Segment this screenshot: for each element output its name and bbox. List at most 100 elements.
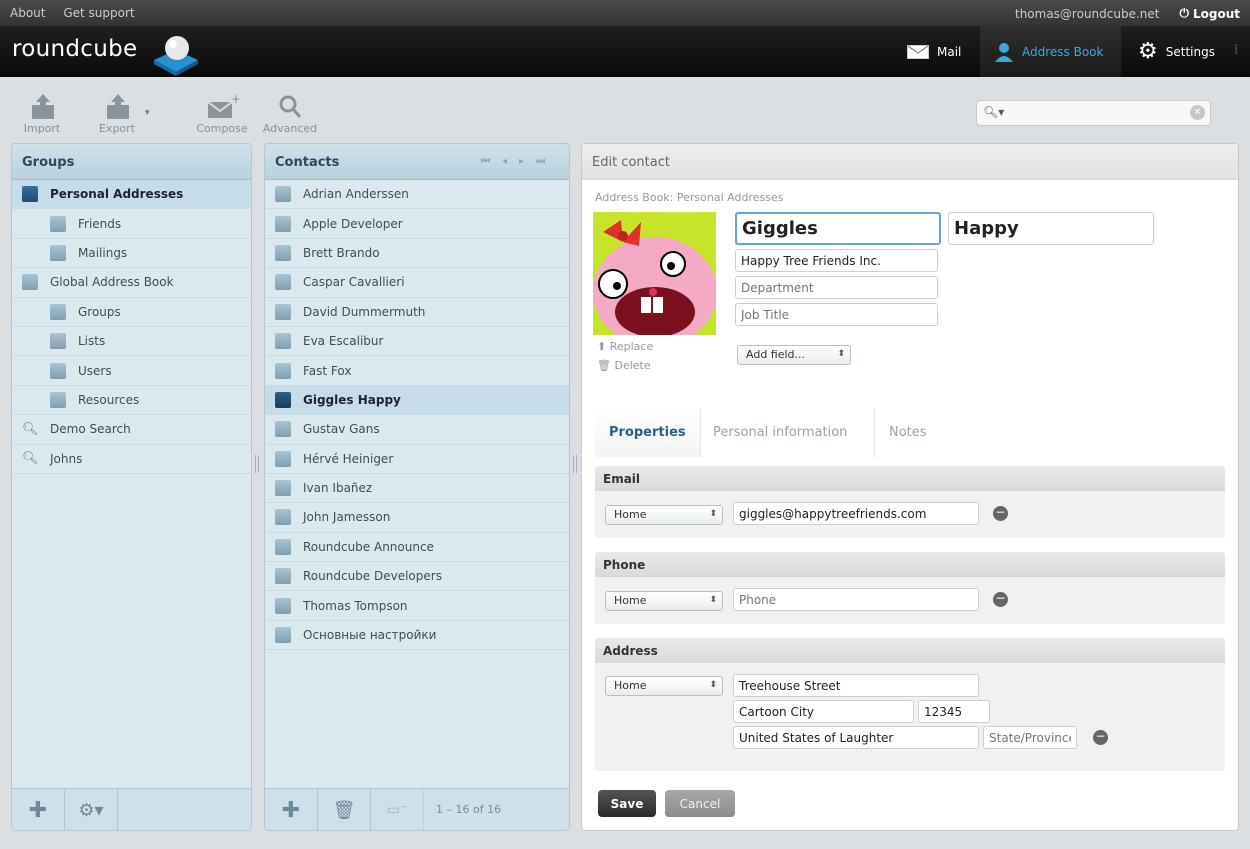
job-title-input[interactable] [735, 303, 938, 326]
contact-name: Giggles Happy [303, 392, 401, 407]
quick-search-input[interactable]: 🔍︎▾ ✕ [976, 100, 1211, 126]
remove-address-icon[interactable]: − [1093, 730, 1108, 745]
group-item[interactable]: Friends [12, 209, 251, 239]
save-button[interactable]: Save [598, 790, 656, 817]
addressbook-icon [22, 274, 38, 291]
group-icon [50, 333, 66, 350]
group-item[interactable]: Personal Addresses [12, 180, 251, 210]
export-dropdown-icon[interactable]: ▾ [145, 108, 150, 118]
state-input[interactable] [983, 726, 1077, 749]
phone-input[interactable] [733, 588, 979, 611]
group-item[interactable]: Lists [12, 327, 251, 357]
tab-properties[interactable]: Properties [595, 409, 701, 457]
import-icon [32, 94, 54, 119]
contact-row[interactable]: Hérvé Heiniger [265, 445, 569, 474]
address-type-select[interactable]: Home [605, 676, 723, 696]
tab-personal-information[interactable]: Personal information [699, 409, 861, 457]
nav-address-book[interactable]: Address Book [980, 26, 1121, 77]
nav-mail[interactable]: Mail [893, 26, 975, 77]
contact-icon [275, 538, 291, 555]
more-icon[interactable]: ⁞ [1234, 42, 1238, 58]
group-icon [50, 391, 66, 408]
saved-search-icon: 🔍︎ [22, 451, 39, 467]
contact-row[interactable]: Caspar Cavallieri [265, 268, 569, 298]
support-link[interactable]: Get support [63, 6, 134, 20]
contact-icon [275, 333, 291, 350]
group-icon [50, 362, 66, 379]
advanced-search-button[interactable]: Advanced [260, 92, 320, 135]
remove-email-icon[interactable]: − [993, 506, 1008, 521]
group-item[interactable]: Users [12, 356, 251, 386]
delete-contact-button[interactable]: 🗑︎ [318, 789, 371, 830]
group-item[interactable]: Resources [12, 386, 251, 416]
gear-icon: ⚙▾ [78, 799, 104, 821]
contact-row[interactable]: Fast Fox [265, 356, 569, 386]
zip-input[interactable] [918, 700, 990, 723]
contact-row[interactable]: Основные настройки [265, 621, 569, 651]
email-type-select[interactable]: Home [605, 505, 723, 525]
contact-icon [275, 244, 291, 261]
remove-phone-icon[interactable]: − [993, 592, 1008, 607]
group-item-label: Friends [78, 216, 122, 231]
contact-row[interactable]: Roundcube Announce [265, 533, 569, 563]
group-options-button[interactable]: ⚙▾ [65, 789, 118, 830]
contact-row[interactable]: Eva Escalibur [265, 327, 569, 357]
group-item[interactable]: 🔍︎ Demo Search [12, 415, 251, 445]
contact-row[interactable]: Adrian Anderssen [265, 180, 569, 210]
clear-search-icon[interactable]: ✕ [1190, 105, 1205, 120]
contact-name: Hérvé Heiniger [303, 451, 394, 466]
about-link[interactable]: About [10, 6, 45, 20]
delete-photo-button[interactable]: 🗑︎ Delete [597, 359, 651, 372]
group-item[interactable]: Global Address Book [12, 268, 251, 298]
group-item[interactable]: Mailings [12, 239, 251, 269]
group-item-label: Mailings [78, 245, 128, 260]
group-item-label: Lists [78, 334, 106, 349]
splitter-handle[interactable] [573, 455, 577, 473]
contact-row[interactable]: Gustav Gans [265, 415, 569, 445]
group-item[interactable]: Groups [12, 298, 251, 327]
groups-list: Personal Addresses Friends Mailings Global … [12, 180, 251, 474]
organization-input[interactable] [735, 249, 938, 272]
contact-row[interactable]: Ivan Ibañez [265, 474, 569, 504]
group-item-label: Johns [50, 451, 83, 466]
add-field-select[interactable]: Add field... [737, 345, 851, 365]
contact-row[interactable]: David Dummermuth [265, 298, 569, 327]
compose-button[interactable]: + Compose [192, 92, 252, 135]
city-input[interactable] [733, 700, 914, 723]
add-contact-button[interactable]: ✚ [265, 789, 318, 830]
phone-type-select[interactable]: Home [605, 591, 723, 611]
contact-row[interactable]: John Jamesson [265, 503, 569, 533]
country-input[interactable] [733, 726, 979, 749]
contact-row[interactable]: Thomas Tompson [265, 591, 569, 621]
group-icon [50, 244, 66, 261]
splitter-handle[interactable] [255, 455, 259, 473]
contact-name: Brett Brando [303, 245, 380, 260]
add-group-button[interactable]: ✚ [12, 789, 65, 830]
contact-row[interactable]: Apple Developer [265, 209, 569, 239]
contact-row[interactable]: Giggles Happy [265, 385, 569, 416]
group-item[interactable]: 🔍︎ Johns [12, 445, 251, 474]
contact-row[interactable]: Roundcube Developers [265, 562, 569, 592]
import-button[interactable]: Import [12, 92, 72, 135]
advanced-label: Advanced [262, 122, 318, 135]
search-options-icon[interactable]: 🔍︎▾ [983, 105, 1004, 119]
export-button[interactable]: Export [87, 92, 147, 135]
nav-settings[interactable]: ⚙ Settings [1124, 26, 1229, 77]
logout-button[interactable]: ⏻ Logout [1179, 6, 1240, 21]
department-input[interactable] [735, 276, 938, 299]
person-icon [995, 42, 1013, 62]
street-input[interactable] [733, 674, 979, 697]
email-input[interactable] [733, 502, 979, 525]
remove-from-group-button[interactable]: ▭⁻ [371, 789, 424, 830]
contact-icon [275, 186, 291, 203]
contacts-list: Adrian Anderssen Apple Developer Brett Bra… [265, 180, 569, 651]
export-icon [107, 94, 129, 119]
pagination-arrows-icon[interactable]: ⏮◂▸⏭ [481, 156, 557, 167]
first-name-input[interactable] [735, 212, 941, 245]
cancel-button[interactable]: Cancel [665, 790, 735, 817]
contact-row[interactable]: Brett Brando [265, 239, 569, 269]
last-name-input[interactable] [948, 212, 1154, 245]
tab-notes[interactable]: Notes [874, 409, 941, 457]
replace-photo-button[interactable]: ⬆ Replace [597, 340, 653, 353]
contact-name: Fast Fox [303, 363, 352, 378]
